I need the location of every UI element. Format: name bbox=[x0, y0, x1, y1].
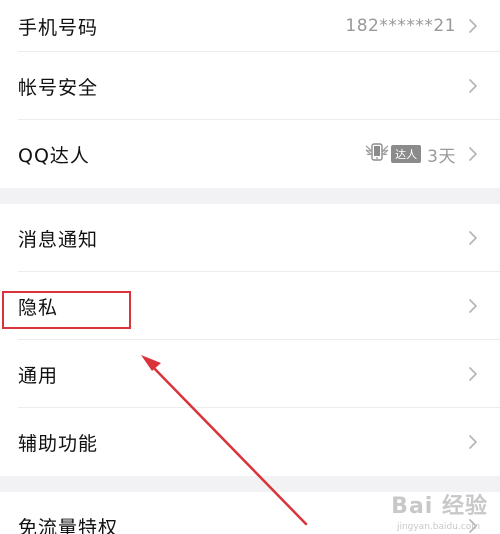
section-gap bbox=[0, 188, 500, 204]
accessibility-label: 辅助功能 bbox=[18, 432, 99, 455]
chevron-right-icon bbox=[466, 228, 480, 248]
notifications-label: 消息通知 bbox=[18, 228, 99, 251]
qq-master-badge-text: 达人 bbox=[391, 145, 422, 163]
settings-row-accessibility[interactable]: 辅助功能 bbox=[0, 408, 500, 476]
baidu-watermark-url: jingyan.baidu.com bbox=[396, 522, 480, 532]
chevron-right-icon bbox=[466, 364, 480, 384]
chevron-right-icon bbox=[466, 144, 480, 164]
settings-row-notifications[interactable]: 消息通知 bbox=[0, 204, 500, 272]
winged-phone-icon bbox=[364, 141, 390, 167]
privacy-highlight-box bbox=[2, 291, 131, 329]
phone-label: 手机号码 bbox=[18, 16, 99, 39]
settings-group-account: 手机号码 182******21 帐号安全 QQ达人 达人 3天 bbox=[0, 0, 500, 188]
chevron-right-icon bbox=[466, 76, 480, 96]
baidu-watermark: Bai 经验 bbox=[391, 494, 488, 519]
qq-master-badge: 达人 bbox=[364, 141, 422, 167]
settings-page: 手机号码 182******21 帐号安全 QQ达人 达人 3天 消息通知 隐私… bbox=[0, 0, 500, 534]
chevron-right-icon bbox=[466, 296, 480, 316]
account-security-label: 帐号安全 bbox=[18, 76, 99, 99]
phone-value: 182******21 bbox=[345, 16, 456, 36]
settings-row-phone[interactable]: 手机号码 182******21 bbox=[0, 0, 500, 52]
chevron-right-icon bbox=[466, 432, 480, 452]
settings-row-general[interactable]: 通用 bbox=[0, 340, 500, 408]
settings-row-qq-master[interactable]: QQ达人 达人 3天 bbox=[0, 120, 500, 188]
settings-row-account-security[interactable]: 帐号安全 bbox=[0, 52, 500, 120]
settings-group-general: 消息通知 隐私 通用 辅助功能 bbox=[0, 204, 500, 476]
chevron-right-icon bbox=[466, 16, 480, 36]
general-label: 通用 bbox=[18, 364, 59, 387]
qq-master-days: 3天 bbox=[427, 146, 456, 167]
qq-master-label: QQ达人 bbox=[18, 144, 90, 167]
